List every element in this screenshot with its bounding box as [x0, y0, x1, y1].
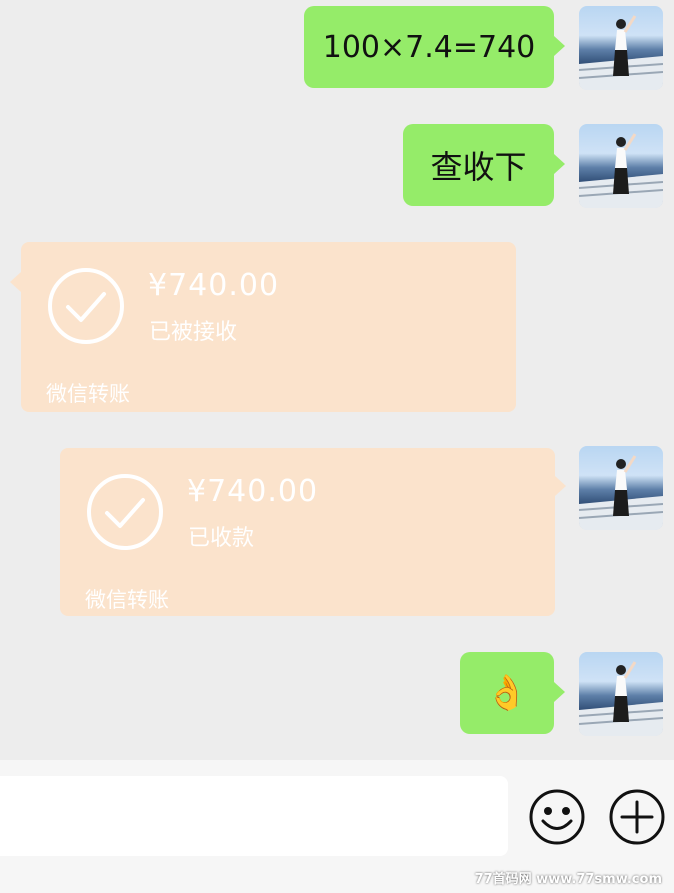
check-circle-icon — [87, 474, 163, 550]
transfer-amount: ¥740.00 — [148, 268, 280, 303]
transfer-status: 已被接收 — [149, 320, 238, 345]
avatar-photo — [579, 15, 663, 90]
transfer-status: 已收款 — [188, 526, 255, 551]
message-text: 查收下 — [430, 148, 527, 186]
ok-hand-emoji: 👌 — [485, 673, 529, 713]
bubble-tail — [554, 36, 565, 56]
avatar-photo — [579, 455, 663, 530]
avatar-photo — [579, 133, 663, 208]
transfer-amount: ¥740.00 — [187, 474, 319, 509]
bubble-tail — [554, 154, 565, 174]
check-circle-icon — [48, 268, 124, 344]
avatar[interactable] — [579, 124, 663, 208]
message-text: 100×7.4=740 — [322, 29, 536, 65]
avatar[interactable] — [579, 6, 663, 90]
avatar[interactable] — [579, 446, 663, 530]
avatar[interactable] — [579, 652, 663, 736]
avatar-photo — [579, 661, 663, 736]
transfer-card-outgoing[interactable]: ¥740.00 已收款 微信转账 — [60, 448, 555, 616]
bubble-tail — [10, 272, 21, 292]
plus-circle-icon[interactable] — [608, 788, 666, 846]
bubble-tail — [555, 476, 566, 496]
bubble-tail — [554, 682, 565, 702]
message-bubble-outgoing[interactable]: 100×7.4=740 — [304, 6, 554, 88]
message-input[interactable] — [0, 776, 508, 856]
transfer-card-incoming[interactable]: ¥740.00 已被接收 微信转账 — [21, 242, 516, 412]
smiley-face-icon[interactable] — [528, 788, 586, 846]
watermark: 77首码网 www.77smw.com — [474, 872, 662, 887]
transfer-footer: 微信转账 — [85, 588, 169, 612]
message-bubble-outgoing[interactable]: 👌 — [460, 652, 554, 734]
message-bubble-outgoing[interactable]: 查收下 — [403, 124, 554, 206]
transfer-footer: 微信转账 — [46, 382, 130, 406]
